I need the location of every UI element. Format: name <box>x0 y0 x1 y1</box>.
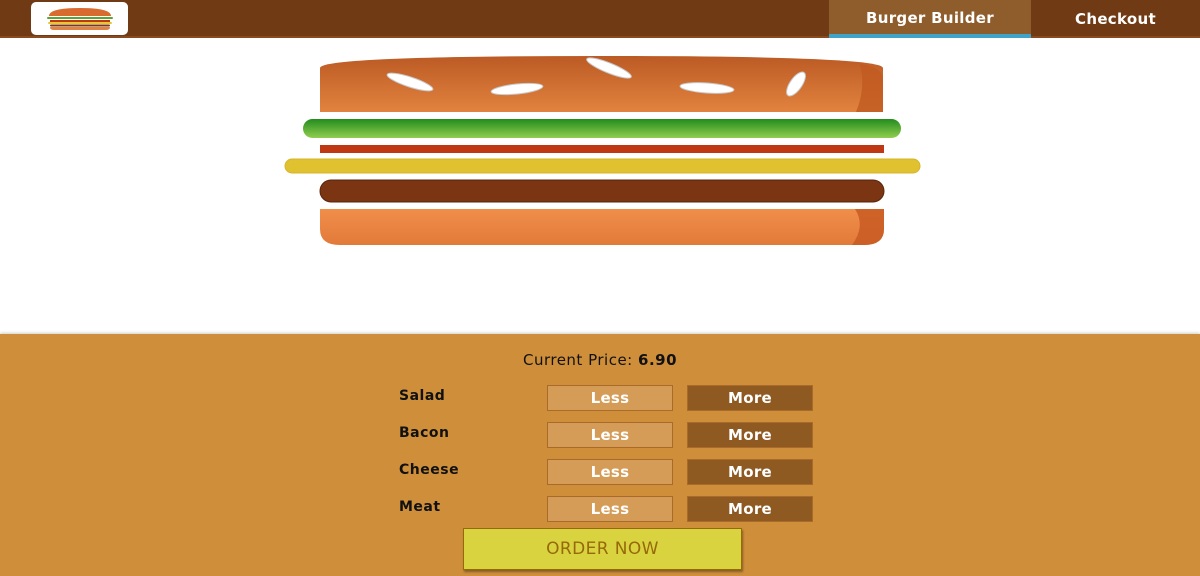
bacon-less-button[interactable]: Less <box>547 422 673 448</box>
nav-checkout[interactable]: Checkout <box>1031 0 1200 38</box>
cheese-layer <box>284 158 921 174</box>
bacon-layer <box>320 145 884 153</box>
build-control-bacon: Bacon Less More <box>399 422 819 448</box>
current-price: Current Price: 6.90 <box>0 351 1200 369</box>
salad-more-button[interactable]: More <box>687 385 813 411</box>
build-controls: Current Price: 6.90 Salad Less More Baco… <box>0 334 1200 576</box>
bread-top <box>320 56 883 112</box>
build-control-salad: Salad Less More <box>399 385 819 411</box>
cheese-more-button[interactable]: More <box>687 459 813 485</box>
ingredient-label-cheese: Cheese <box>399 462 460 478</box>
cheese-less-button[interactable]: Less <box>547 459 673 485</box>
toolbar: Burger Builder Checkout <box>0 0 1200 38</box>
burger-logo-icon <box>47 8 113 30</box>
meat-less-button[interactable]: Less <box>547 496 673 522</box>
burger-preview <box>0 38 1200 334</box>
build-control-meat: Meat Less More <box>399 496 819 522</box>
ingredient-label-bacon: Bacon <box>399 425 450 441</box>
nav-burger-builder[interactable]: Burger Builder <box>829 0 1031 38</box>
salad-less-button[interactable]: Less <box>547 385 673 411</box>
burger-illustration <box>284 56 921 245</box>
ingredient-label-salad: Salad <box>399 388 446 404</box>
price-label: Current Price: <box>522 351 633 369</box>
bacon-more-button[interactable]: More <box>687 422 813 448</box>
ingredient-label-meat: Meat <box>399 499 441 515</box>
meat-layer <box>319 179 885 203</box>
bread-bottom <box>320 209 884 245</box>
main-nav: Burger Builder Checkout <box>829 0 1200 38</box>
order-now-button[interactable]: ORDER NOW <box>463 528 742 570</box>
meat-more-button[interactable]: More <box>687 496 813 522</box>
salad-layer <box>303 119 901 138</box>
logo[interactable] <box>31 2 128 35</box>
price-value: 6.90 <box>638 351 678 369</box>
build-control-cheese: Cheese Less More <box>399 459 819 485</box>
